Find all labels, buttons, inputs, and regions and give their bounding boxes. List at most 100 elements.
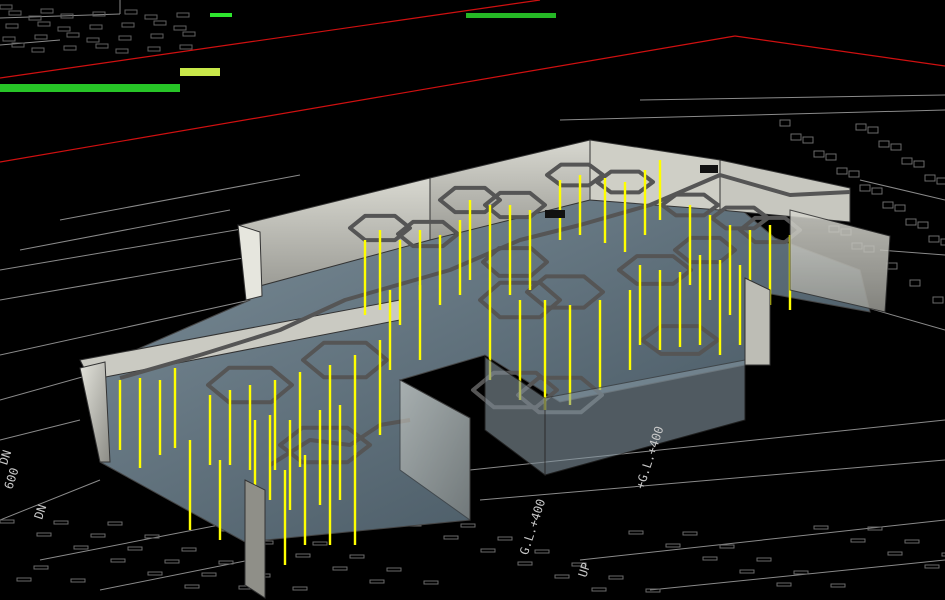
cad-hatch bbox=[776, 582, 792, 587]
cad-hatch bbox=[682, 531, 698, 536]
cad-hatch bbox=[176, 12, 190, 18]
cad-hatch bbox=[184, 584, 200, 589]
cad-hatch bbox=[0, 4, 13, 10]
cad-hatch bbox=[2, 36, 16, 42]
cad-hatch bbox=[802, 136, 814, 144]
cad-hatch bbox=[164, 559, 180, 564]
cad-hatch bbox=[480, 548, 496, 553]
cad-hatch bbox=[702, 556, 718, 561]
cad-hatch bbox=[95, 43, 109, 49]
cad-hatch bbox=[850, 538, 866, 543]
cad-hatch bbox=[878, 140, 890, 148]
cad-hatch bbox=[890, 143, 902, 151]
cad-hatch bbox=[793, 570, 809, 575]
cad-3d-viewport[interactable]: DN 600 DN G.L.+400 UP +G.L.+400 bbox=[0, 0, 945, 600]
cad-hatch bbox=[836, 167, 848, 175]
cad-hatch bbox=[830, 583, 846, 588]
cad-hatch bbox=[31, 47, 45, 53]
cad-hatch bbox=[909, 279, 921, 287]
cad-hatch bbox=[591, 587, 607, 592]
cad-hatch bbox=[144, 14, 158, 20]
cad-line bbox=[859, 179, 945, 201]
cad-hatch bbox=[218, 560, 234, 565]
cad-line bbox=[879, 249, 945, 256]
cad-hatch bbox=[57, 26, 71, 32]
cad-hatch bbox=[295, 553, 311, 558]
cad-hatch bbox=[127, 546, 143, 551]
cad-hatch bbox=[940, 238, 945, 246]
cad-hatch bbox=[924, 564, 940, 569]
cad-line bbox=[579, 519, 945, 561]
cad-hatch bbox=[147, 46, 161, 52]
cad-hatch bbox=[924, 174, 936, 182]
cad-hatch bbox=[848, 170, 860, 178]
cad-hatch bbox=[182, 31, 196, 37]
cad-line bbox=[59, 174, 301, 221]
dn-label-left: DN bbox=[0, 448, 14, 466]
cad-hatch bbox=[181, 547, 197, 552]
cad-hatch bbox=[34, 34, 48, 40]
cad-hatch bbox=[855, 123, 867, 131]
cad-line bbox=[639, 94, 945, 101]
cad-hatch bbox=[369, 579, 385, 584]
cad-hatch bbox=[179, 44, 193, 50]
cad-hatch bbox=[5, 23, 19, 29]
cad-hatch bbox=[63, 45, 77, 51]
cad-hatch bbox=[628, 530, 644, 535]
cad-hatch bbox=[497, 536, 513, 541]
cad-hatch bbox=[813, 150, 825, 158]
cad-hatch bbox=[33, 565, 49, 570]
cad-hatch bbox=[89, 24, 103, 30]
cad-hatch bbox=[665, 543, 681, 548]
cad-hatch bbox=[173, 25, 187, 31]
cad-hatch bbox=[554, 574, 570, 579]
dim-600-label: 600 bbox=[2, 466, 22, 491]
cad-hatch bbox=[73, 545, 89, 550]
cad-hatch bbox=[115, 48, 129, 54]
cad-hatch bbox=[917, 221, 929, 229]
cad-hatch bbox=[756, 557, 772, 562]
cad-line bbox=[649, 559, 945, 591]
cad-hatch bbox=[36, 532, 52, 537]
cad-hatch bbox=[460, 523, 476, 528]
cad-hatch bbox=[825, 153, 837, 161]
cad-hatch bbox=[779, 119, 791, 127]
cad-hatch bbox=[8, 10, 22, 16]
cad-hatch bbox=[118, 35, 132, 41]
cad-hatch bbox=[905, 218, 917, 226]
cad-hatch bbox=[0, 519, 15, 524]
cad-hatch bbox=[443, 535, 459, 540]
cad-hatch bbox=[107, 521, 123, 526]
cad-line bbox=[39, 519, 246, 561]
level-mark-label: G.L.+400 bbox=[517, 497, 548, 556]
cad-hatch bbox=[739, 569, 755, 574]
cad-hatch bbox=[92, 11, 106, 17]
cad-hatch bbox=[859, 184, 871, 192]
cad-hatch bbox=[144, 534, 160, 539]
cad-hatch bbox=[936, 177, 945, 185]
cad-hatch bbox=[53, 520, 69, 525]
cad-hatch bbox=[790, 133, 802, 141]
cad-hatch bbox=[913, 160, 925, 168]
cad-hatch bbox=[86, 37, 100, 43]
cad-hatch bbox=[147, 571, 163, 576]
cad-hatch bbox=[423, 580, 439, 585]
cad-hatch bbox=[386, 567, 402, 572]
cad-line bbox=[0, 419, 81, 441]
up-label: UP bbox=[576, 561, 594, 579]
cad-hatch bbox=[201, 572, 217, 577]
cad-hatch bbox=[901, 157, 913, 165]
cad-hatch bbox=[66, 32, 80, 38]
cad-line bbox=[19, 209, 231, 251]
cad-hatch bbox=[16, 577, 32, 582]
cad-hatch bbox=[904, 539, 920, 544]
cad-hatch bbox=[312, 541, 328, 546]
highlighted-layer-elements bbox=[0, 13, 556, 92]
cad-hatch bbox=[37, 21, 51, 27]
cad-hatch bbox=[882, 201, 894, 209]
cad-hatch bbox=[813, 525, 829, 530]
cad-hatch bbox=[332, 566, 348, 571]
cad-hatch bbox=[608, 575, 624, 580]
cad-hatch bbox=[928, 235, 940, 243]
cad-hatch bbox=[719, 544, 735, 549]
